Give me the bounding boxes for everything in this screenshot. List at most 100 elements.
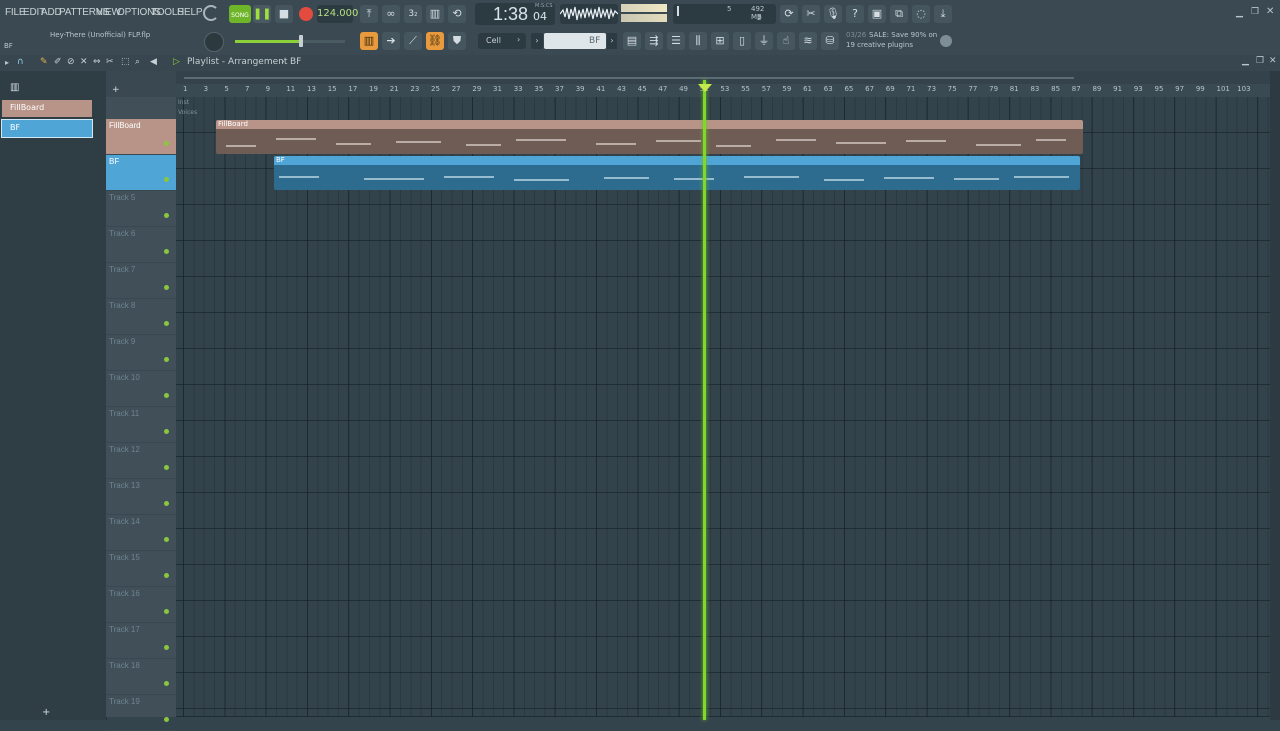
track-mute-icon[interactable] <box>164 321 169 326</box>
track-mute-icon[interactable] <box>164 681 169 686</box>
news-refresh-icon[interactable] <box>940 35 952 47</box>
snap-selector[interactable]: Cell › <box>478 33 526 49</box>
track-header[interactable]: Track 5 <box>106 191 176 227</box>
undo-icon[interactable]: ⟳ <box>780 5 798 23</box>
playhead-marker-icon[interactable] <box>698 84 712 92</box>
delete-tool-icon[interactable]: ⊘ <box>67 57 75 67</box>
slice-tool-icon[interactable]: ✂ <box>106 57 114 67</box>
plugin-database-icon[interactable]: ⏚ <box>755 32 773 50</box>
touch-icon[interactable]: ☝ <box>777 32 795 50</box>
arrow-right-icon[interactable]: ➔ <box>382 32 400 50</box>
track-header[interactable]: Track 8 <box>106 299 176 335</box>
track-header[interactable]: Track 19 <box>106 695 176 731</box>
sample-icon[interactable]: ≋ <box>799 32 817 50</box>
track-header[interactable]: Track 12 <box>106 443 176 479</box>
time-display[interactable]: 1:38 04 M:S:CS <box>475 3 555 25</box>
playlist-minimize-icon[interactable]: ▁ <box>1242 56 1249 66</box>
brush-icon[interactable]: ✐ <box>54 57 62 67</box>
timeline-ruler[interactable]: 1 3 5 7 9 11 13 15 17 19 21 23 25 27 29 31 33 35 37 39 41 43 4… <box>176 84 1270 98</box>
plugin-icon[interactable]: ⧉ <box>890 5 908 23</box>
mute-tool-icon[interactable]: ✕ <box>80 57 88 67</box>
clip-bf[interactable]: BF <box>274 156 1080 190</box>
track-header[interactable]: Track 15 <box>106 551 176 587</box>
play-pattern-icon[interactable]: ▷ <box>173 57 180 67</box>
track-mute-icon[interactable] <box>164 393 169 398</box>
speaker-icon[interactable]: ◀ <box>150 57 157 67</box>
track-mute-icon[interactable] <box>164 465 169 470</box>
restore-icon[interactable]: ❐ <box>1251 7 1259 17</box>
picker-toggle-icon[interactable]: ▥ <box>10 82 19 93</box>
link-icon[interactable]: ⛓ <box>426 32 444 50</box>
news-panel[interactable]: 03/26 SALE: Save 90% on 19 creative plug… <box>843 29 953 53</box>
cut-icon[interactable]: ✂ <box>802 5 820 23</box>
record-button[interactable] <box>299 7 313 21</box>
playlist-maximize-icon[interactable]: ❐ <box>1256 56 1264 66</box>
track-mute-icon[interactable] <box>164 285 169 290</box>
track-header[interactable]: Track 18 <box>106 659 176 695</box>
menu-arrow-icon[interactable]: ▸ <box>5 58 9 67</box>
help-icon[interactable]: ? <box>846 5 864 23</box>
track-header[interactable]: Track 6 <box>106 227 176 263</box>
arrangement-grid[interactable]: Inst Voices FillBoard BF <box>176 97 1270 717</box>
add-track-icon[interactable]: + <box>112 85 120 95</box>
slip-tool-icon[interactable]: ⇔ <box>93 57 101 67</box>
track-header[interactable]: Track 11 <box>106 407 176 443</box>
main-volume-handle[interactable] <box>299 35 303 47</box>
track-header[interactable]: BF <box>106 155 176 191</box>
pattern-selector[interactable]: BF <box>544 33 606 49</box>
chat-icon[interactable]: ◌ <box>912 5 930 23</box>
blend-notes-icon[interactable]: ∞ <box>382 5 400 23</box>
pattern-item-fillboard[interactable]: FillBoard <box>2 100 92 117</box>
track-header[interactable]: Track 7 <box>106 263 176 299</box>
track-header[interactable]: Track 13 <box>106 479 176 515</box>
track-header[interactable]: Track 9 <box>106 335 176 371</box>
browser-icon[interactable]: ⊞ <box>711 32 729 50</box>
pencil-icon[interactable]: ✎ <box>40 57 48 67</box>
project-icon[interactable]: ▯ <box>733 32 751 50</box>
select-tool-icon[interactable]: ⬚ <box>121 57 130 67</box>
shop-icon[interactable]: ⛁ <box>821 32 839 50</box>
mixer-icon[interactable]: ⫼ <box>689 32 707 50</box>
stop-button[interactable]: ■ <box>275 5 293 23</box>
track-header[interactable]: Track 10 <box>106 371 176 407</box>
add-pattern-icon[interactable]: + <box>42 707 50 718</box>
clip-fillboard[interactable]: FillBoard <box>216 120 1083 154</box>
pattern-next-icon[interactable]: › <box>607 33 617 49</box>
pattern-song-icon[interactable]: ⤒ <box>360 5 378 23</box>
master-volume-knob[interactable] <box>204 32 224 52</box>
track-mute-icon[interactable] <box>164 537 169 542</box>
zoom-tool-icon[interactable]: ⌕ <box>135 57 140 67</box>
slide-icon[interactable]: ⟋ <box>404 32 422 50</box>
track-mute-icon[interactable] <box>164 501 169 506</box>
stamp-icon[interactable]: ⛊ <box>448 32 466 50</box>
menu-help[interactable]: HELP <box>177 7 203 18</box>
track-header[interactable]: Track 14 <box>106 515 176 551</box>
close-icon[interactable]: ✕ <box>1266 6 1274 17</box>
piano-roll-window-icon[interactable]: ☰ <box>667 32 685 50</box>
track-mute-icon[interactable] <box>164 357 169 362</box>
main-volume-slider[interactable] <box>235 35 345 47</box>
piano-roll-icon[interactable]: ▥ <box>360 32 378 50</box>
track-header[interactable]: Track 16 <box>106 587 176 623</box>
pause-button[interactable]: ❚❚ <box>253 5 271 23</box>
metronome-knob-icon[interactable] <box>203 5 219 21</box>
track-mute-icon[interactable] <box>164 645 169 650</box>
magnet-icon[interactable]: ∩ <box>17 57 24 67</box>
minimize-icon[interactable]: ▁ <box>1236 8 1243 18</box>
track-mute-icon[interactable] <box>164 609 169 614</box>
track-mute-icon[interactable] <box>164 573 169 578</box>
pattern-prev-icon[interactable]: › <box>531 33 543 49</box>
track-mute-icon[interactable] <box>164 429 169 434</box>
track-header[interactable]: FillBoard <box>106 119 176 155</box>
track-mute-icon[interactable] <box>164 141 169 146</box>
countdown-icon[interactable]: 3₂ <box>404 5 422 23</box>
horizontal-scrollbar[interactable] <box>176 71 1270 84</box>
track-mute-icon[interactable] <box>164 213 169 218</box>
playlist-icon[interactable]: ▤ <box>623 32 641 50</box>
vertical-scrollbar[interactable] <box>1270 71 1280 720</box>
track-mute-icon[interactable] <box>164 177 169 182</box>
track-mute-icon[interactable] <box>164 249 169 254</box>
track-header[interactable]: Track 17 <box>106 623 176 659</box>
loop-record-icon[interactable]: ⟲ <box>448 5 466 23</box>
download-icon[interactable]: ⤓ <box>934 5 952 23</box>
